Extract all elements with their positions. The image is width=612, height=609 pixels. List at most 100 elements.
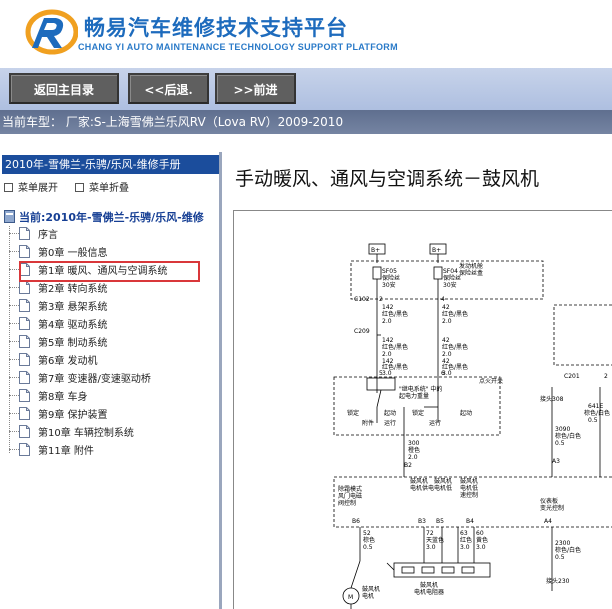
ground-230: 接头230 <box>546 577 570 585</box>
resistor-label: 鼓风机 <box>420 581 438 589</box>
tree-branch <box>9 305 19 306</box>
switch-run: 运行 <box>384 419 396 427</box>
wire-300-number: 300 <box>408 440 420 447</box>
relay-label-2: 起电力重量 <box>399 392 429 400</box>
mode-ctrl-label: 除霜模式 <box>338 485 362 493</box>
wire-300-color: 橙色 <box>408 446 420 454</box>
wire-4-color: 红色/黑色 <box>442 310 468 318</box>
nav-bar: 返回主目录 <<后退. >>前进 <box>0 68 612 110</box>
document-icon <box>19 299 30 312</box>
resistor-label-2: 电机电阻器 <box>414 588 444 596</box>
chapter-label: 第11章 附件 <box>38 446 94 457</box>
pin-4: 4 <box>441 296 445 303</box>
tree-branch <box>9 233 19 234</box>
chapter-label: 第6章 发动机 <box>38 356 98 367</box>
wire-300-size: 2.0 <box>408 454 418 461</box>
wire-3090-size: 0.5 <box>555 440 565 447</box>
connector-c102: C102 <box>354 296 370 303</box>
document-icon <box>19 407 30 420</box>
tree-branch <box>9 413 19 414</box>
ignition-switch-label: 点火开关 <box>479 377 503 385</box>
wire-60-color: 黄色 <box>476 536 488 544</box>
fuse-left-code: SF05 <box>382 268 397 275</box>
fuse-right-code: SF04 <box>443 268 458 275</box>
switch-lock-2: 锁定 <box>412 409 424 417</box>
chapter-item[interactable]: 第4章 驱动系统 <box>9 316 108 334</box>
document-icon <box>19 245 30 258</box>
tree-branch <box>9 359 19 360</box>
home-button[interactable]: 返回主目录 <box>9 73 119 104</box>
tree-branch <box>9 341 19 342</box>
chapter-item[interactable]: 第3章 悬架系统 <box>9 298 108 316</box>
wire-63-color: 红色 <box>460 536 472 544</box>
page-heading: 手动暖风、通风与空调系统－鼓风机 <box>235 168 540 190</box>
wire-63-number: 63 <box>460 530 468 537</box>
mode-ctrl-label-2: 风门电磁 <box>338 492 362 500</box>
blower-ctrl-label-2: 电机供电 <box>410 484 434 492</box>
chapter-item[interactable]: 第7章 变速器/变速驱动桥 <box>9 370 151 388</box>
manual-title[interactable]: 2010年-雪佛兰-乐骋/乐风-维修手册 <box>2 155 219 174</box>
blower-ctrl-label-5: 鼓风机 <box>460 477 478 485</box>
chapter-item[interactable]: 第11章 附件 <box>9 442 94 460</box>
forward-button[interactable]: >>前进 <box>215 73 296 104</box>
fuse-right-amp: 30安 <box>443 281 457 289</box>
connector-b5: B5 <box>436 518 444 525</box>
current-manual-node[interactable]: 当前:2010年-雪佛兰-乐骋/乐风-维修 <box>4 209 204 225</box>
chapter-label: 第4章 驱动系统 <box>38 320 108 331</box>
switch-start: 起动 <box>384 409 396 417</box>
chapter-label: 第7章 变速器/变速驱动桥 <box>38 374 151 385</box>
wire-72-number: 72 <box>426 530 434 537</box>
wire-2-color: 红色/黑色 <box>382 343 408 351</box>
chapter-item[interactable]: 第9章 保护装置 <box>9 406 108 424</box>
tree-branch <box>9 449 19 450</box>
chapter-item[interactable]: 第10章 车辆控制系统 <box>9 424 134 442</box>
chapter-label: 第2章 转向系统 <box>38 284 108 295</box>
relay-label: "继电系统" 中的 <box>399 385 442 393</box>
wire-52-number: 52 <box>363 530 371 537</box>
expand-icon <box>4 183 13 192</box>
tree-branch <box>9 323 19 324</box>
switch-run-2: 运行 <box>429 419 441 427</box>
wire-641-size: 0.5 <box>588 417 598 424</box>
wire-2-size: 2.0 <box>382 351 392 358</box>
manual-node-icon <box>4 210 15 223</box>
wire-2300-color: 棕色/白色 <box>555 546 581 554</box>
chapter-item[interactable]: 序言 <box>9 226 58 244</box>
back-button[interactable]: <<后退. <box>128 73 209 104</box>
switch-acc: 附件 <box>362 419 374 427</box>
connector-c209: C209 <box>354 328 370 335</box>
pin-6: 6 <box>441 370 445 377</box>
collapse-menu-button[interactable]: 菜单折叠 <box>75 179 129 194</box>
battery-label-right: B+ <box>432 247 441 254</box>
wire-1-number: 142 <box>382 304 394 311</box>
blower-ctrl-label-7: 速控制 <box>460 491 478 499</box>
chapter-item[interactable]: 第5章 制动系统 <box>9 334 108 352</box>
chapter-item[interactable]: 第8章 车身 <box>9 388 88 406</box>
chapter-item[interactable]: 第2章 转向系统 <box>9 280 108 298</box>
wire-60-number: 60 <box>476 530 484 537</box>
platform-subtitle: CHANG YI AUTO MAINTENANCE TECHNOLOGY SUP… <box>78 42 398 52</box>
platform-title: 畅易汽车维修技术支持平台 <box>84 16 348 40</box>
wire-3090-color: 棕色/白色 <box>555 432 581 440</box>
connector-b6: B6 <box>352 518 360 525</box>
chapter-item[interactable]: 第0章 一般信息 <box>9 244 108 262</box>
pin-5: 5 <box>379 370 383 377</box>
expand-label: 菜单展开 <box>18 183 58 194</box>
wire-641-number: 641E <box>588 403 603 410</box>
wire-60-size: 3.0 <box>476 544 486 551</box>
switch-lock: 锁定 <box>347 409 359 417</box>
document-icon <box>19 389 30 402</box>
r-logo-icon <box>25 9 78 55</box>
ground-308: 接头308 <box>540 395 564 403</box>
wire-1-size: 2.0 <box>382 318 392 325</box>
expand-menu-button[interactable]: 菜单展开 <box>4 179 58 194</box>
document-icon <box>19 425 30 438</box>
wire-52-color: 棕色 <box>363 536 375 544</box>
wire-72-color: 天蓝色 <box>426 536 444 544</box>
chapter-label: 第9章 保护装置 <box>38 410 108 421</box>
document-icon <box>19 317 30 330</box>
wiring-diagram: B+ B+ 发动机舱 保险丝盒 SF05 保险丝 30安 SF04 保险丝 30… <box>233 210 612 609</box>
chapter-item[interactable]: 第6章 发动机 <box>9 352 98 370</box>
content-pane: 手动暖风、通风与空调系统－鼓风机 B+ B+ 发动机舱 保险丝盒 SF05 保险… <box>225 152 612 609</box>
connector-b4: B4 <box>466 518 474 525</box>
